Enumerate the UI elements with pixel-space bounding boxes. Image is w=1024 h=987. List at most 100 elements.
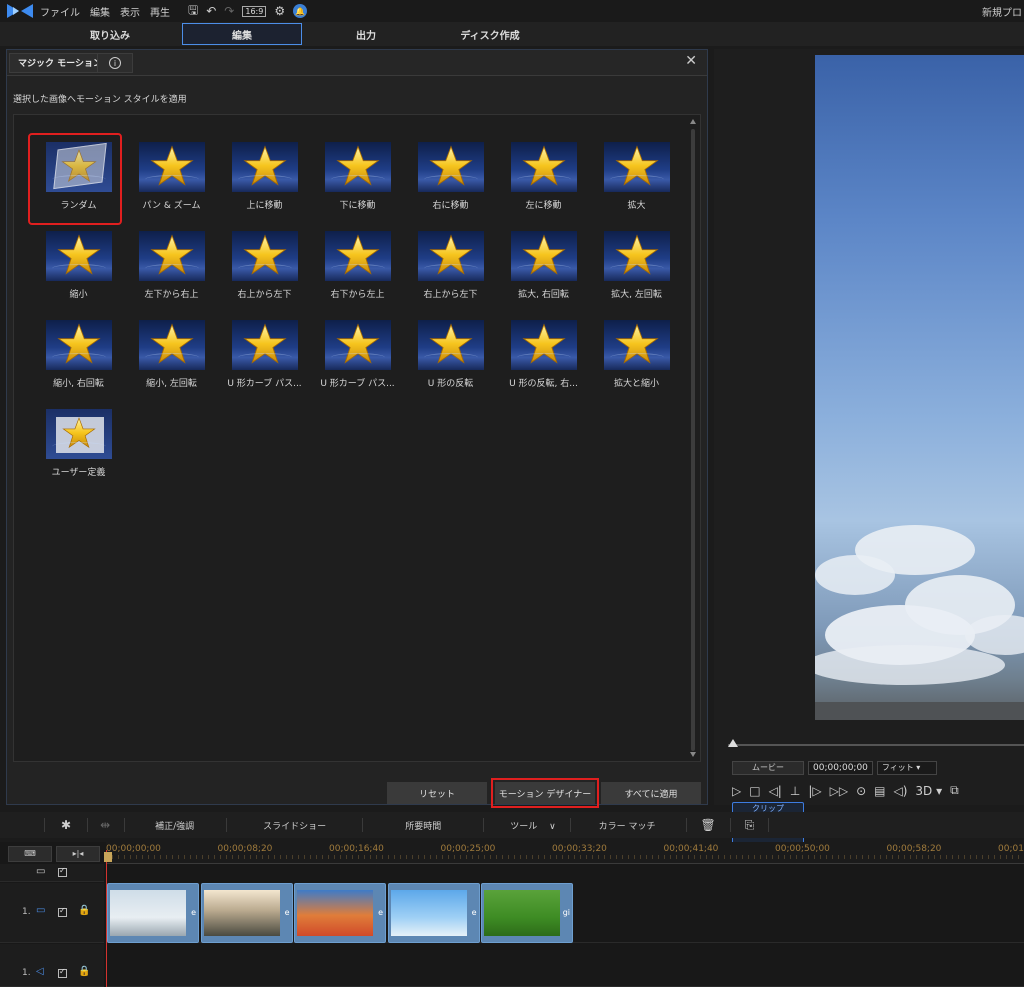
save-icon[interactable]: 🖫 — [188, 1, 198, 22]
audio-track[interactable] — [106, 944, 1024, 987]
motion-style-item[interactable]: 下に移動 — [311, 139, 404, 228]
close-icon[interactable]: ✕ — [685, 53, 697, 69]
duration-button[interactable]: 所要時間 — [405, 819, 441, 832]
reset-button[interactable]: リセット — [387, 782, 487, 804]
movie-mode-button[interactable]: ムービー — [732, 761, 804, 775]
motion-style-thumbnail[interactable] — [231, 320, 298, 370]
motion-style-thumbnail[interactable] — [45, 231, 112, 281]
motion-style-item[interactable]: 拡大, 右回転 — [497, 228, 590, 317]
motion-style-item[interactable]: U 形の反転, 右... — [497, 317, 590, 406]
timeline-clip[interactable]: e — [200, 883, 293, 943]
undock-icon[interactable]: ⧉ — [950, 783, 959, 798]
motion-style-thumbnail[interactable] — [510, 142, 577, 192]
motion-style-item[interactable]: 拡大, 左回転 — [590, 228, 683, 317]
motion-style-item[interactable]: 拡大 — [590, 139, 683, 228]
motion-style-thumbnail[interactable] — [603, 320, 670, 370]
motion-style-thumbnail[interactable] — [417, 320, 484, 370]
motion-style-item[interactable]: U 形の反転 — [404, 317, 497, 406]
timeline-clip[interactable]: gi — [481, 883, 573, 943]
motion-style-thumbnail[interactable] — [138, 320, 205, 370]
tab-disc-create[interactable]: ディスク作成 — [430, 23, 550, 45]
fit-dropdown[interactable]: フィット ▾ — [876, 761, 937, 775]
trash-icon[interactable]: 🗑 — [701, 818, 716, 832]
motion-style-item[interactable]: パン & ズーム — [125, 139, 218, 228]
timeline-view-button[interactable]: ⌨ — [8, 846, 52, 862]
audio-lock-icon[interactable]: 🔒 — [78, 966, 90, 977]
motion-style-item[interactable]: 左に移動 — [497, 139, 590, 228]
timeline-clip[interactable]: e — [387, 883, 480, 943]
playhead-handle[interactable] — [104, 852, 112, 862]
gallery-scrollbar[interactable] — [688, 117, 698, 759]
split-icon[interactable]: ⊥ — [790, 784, 800, 798]
motion-style-item[interactable]: ユーザー定義 — [32, 406, 125, 495]
motion-style-item[interactable]: 左下から右上 — [125, 228, 218, 317]
stop-icon[interactable]: □ — [749, 784, 760, 798]
seek-knob[interactable] — [728, 739, 738, 747]
menu-play[interactable]: 再生 — [150, 4, 170, 19]
motion-style-thumbnail[interactable] — [231, 142, 298, 192]
color-match-button[interactable]: カラー マッチ — [599, 819, 656, 832]
tab-edit[interactable]: 編集 — [182, 23, 302, 45]
motion-style-item[interactable]: 縮小, 左回転 — [125, 317, 218, 406]
video-lock-icon[interactable]: 🔒 — [78, 905, 90, 916]
motion-style-thumbnail[interactable] — [603, 142, 670, 192]
playhead[interactable] — [106, 850, 107, 987]
subtitle-icon[interactable]: ▤ — [874, 784, 885, 798]
timecode-display[interactable]: 00;00;00;00 — [808, 761, 873, 775]
settings-gear-icon[interactable]: ⚙ — [274, 4, 285, 18]
slideshow-button[interactable]: スライドショー — [263, 819, 326, 832]
motion-style-item[interactable]: ランダム — [28, 133, 125, 228]
split-clip-icon[interactable]: ⇹ — [100, 818, 110, 832]
motion-style-item[interactable]: 右上から左下 — [404, 228, 497, 317]
undo-icon[interactable]: ↶ — [206, 4, 216, 18]
snapshot-camera-icon[interactable]: ⊙ — [856, 784, 866, 798]
scroll-up-icon[interactable] — [690, 119, 696, 124]
notification-bell-icon[interactable]: 🔔 — [293, 4, 308, 18]
motion-style-item[interactable]: 縮小 — [32, 228, 125, 317]
motion-style-item[interactable]: U 形カーブ パス... — [311, 317, 404, 406]
menu-file[interactable]: ファイル — [40, 4, 80, 19]
threed-button[interactable]: 3D ▾ — [915, 784, 942, 798]
motion-style-thumbnail[interactable] — [417, 231, 484, 281]
motion-style-item[interactable]: 右下から左上 — [311, 228, 404, 317]
fit-timeline-button[interactable]: ▸|◂ — [56, 846, 100, 862]
track-toggle-icon[interactable]: ▭ — [36, 866, 45, 877]
preview-seek-bar[interactable] — [728, 744, 1024, 746]
motion-style-item[interactable]: U 形カーブ パス... — [218, 317, 311, 406]
previous-frame-icon[interactable]: ◁| — [769, 784, 782, 798]
motion-style-thumbnail[interactable] — [324, 231, 391, 281]
timeline-clip[interactable]: e — [107, 883, 199, 943]
tab-import[interactable]: 取り込み — [50, 23, 170, 45]
play-icon[interactable]: ▷ — [732, 784, 741, 798]
video-track-checkbox[interactable] — [58, 906, 67, 917]
tools-dropdown[interactable]: ツール ∨ — [510, 819, 555, 832]
motion-style-thumbnail[interactable] — [603, 231, 670, 281]
motion-style-item[interactable]: 拡大と縮小 — [590, 317, 683, 406]
motion-style-thumbnail[interactable] — [138, 142, 205, 192]
motion-style-thumbnail[interactable] — [45, 409, 112, 459]
menu-view[interactable]: 表示 — [120, 4, 140, 19]
motion-style-thumbnail[interactable] — [417, 142, 484, 192]
volume-icon[interactable]: ◁) — [893, 784, 907, 798]
scroll-thumb[interactable] — [691, 129, 695, 751]
fast-forward-icon[interactable]: ▷▷ — [830, 784, 848, 798]
motion-style-thumbnail[interactable] — [510, 320, 577, 370]
motion-style-thumbnail[interactable] — [324, 142, 391, 192]
motion-style-item[interactable]: 右上から左下 — [218, 228, 311, 317]
motion-style-thumbnail[interactable] — [231, 231, 298, 281]
motion-style-thumbnail[interactable] — [45, 142, 112, 192]
correct-enhance-button[interactable]: 補正/強調 — [155, 819, 194, 832]
scroll-down-icon[interactable] — [690, 752, 696, 757]
magic-wand-icon[interactable]: ✱ — [61, 818, 71, 832]
aspect-ratio-selector[interactable]: 16:9 — [242, 5, 267, 17]
menu-edit[interactable]: 編集 — [90, 4, 110, 19]
motion-style-item[interactable]: 縮小, 右回転 — [32, 317, 125, 406]
motion-style-item[interactable]: 右に移動 — [404, 139, 497, 228]
track-enable-checkbox[interactable] — [58, 866, 67, 877]
redo-icon[interactable]: ↷ — [224, 4, 234, 18]
apply-all-button[interactable]: すべてに適用 — [601, 782, 701, 804]
motion-designer-button[interactable]: モーション デザイナー — [491, 778, 599, 808]
tab-output[interactable]: 出力 — [306, 23, 426, 45]
timeline-clip[interactable]: e — [294, 883, 386, 943]
audio-track-checkbox[interactable] — [58, 967, 67, 978]
